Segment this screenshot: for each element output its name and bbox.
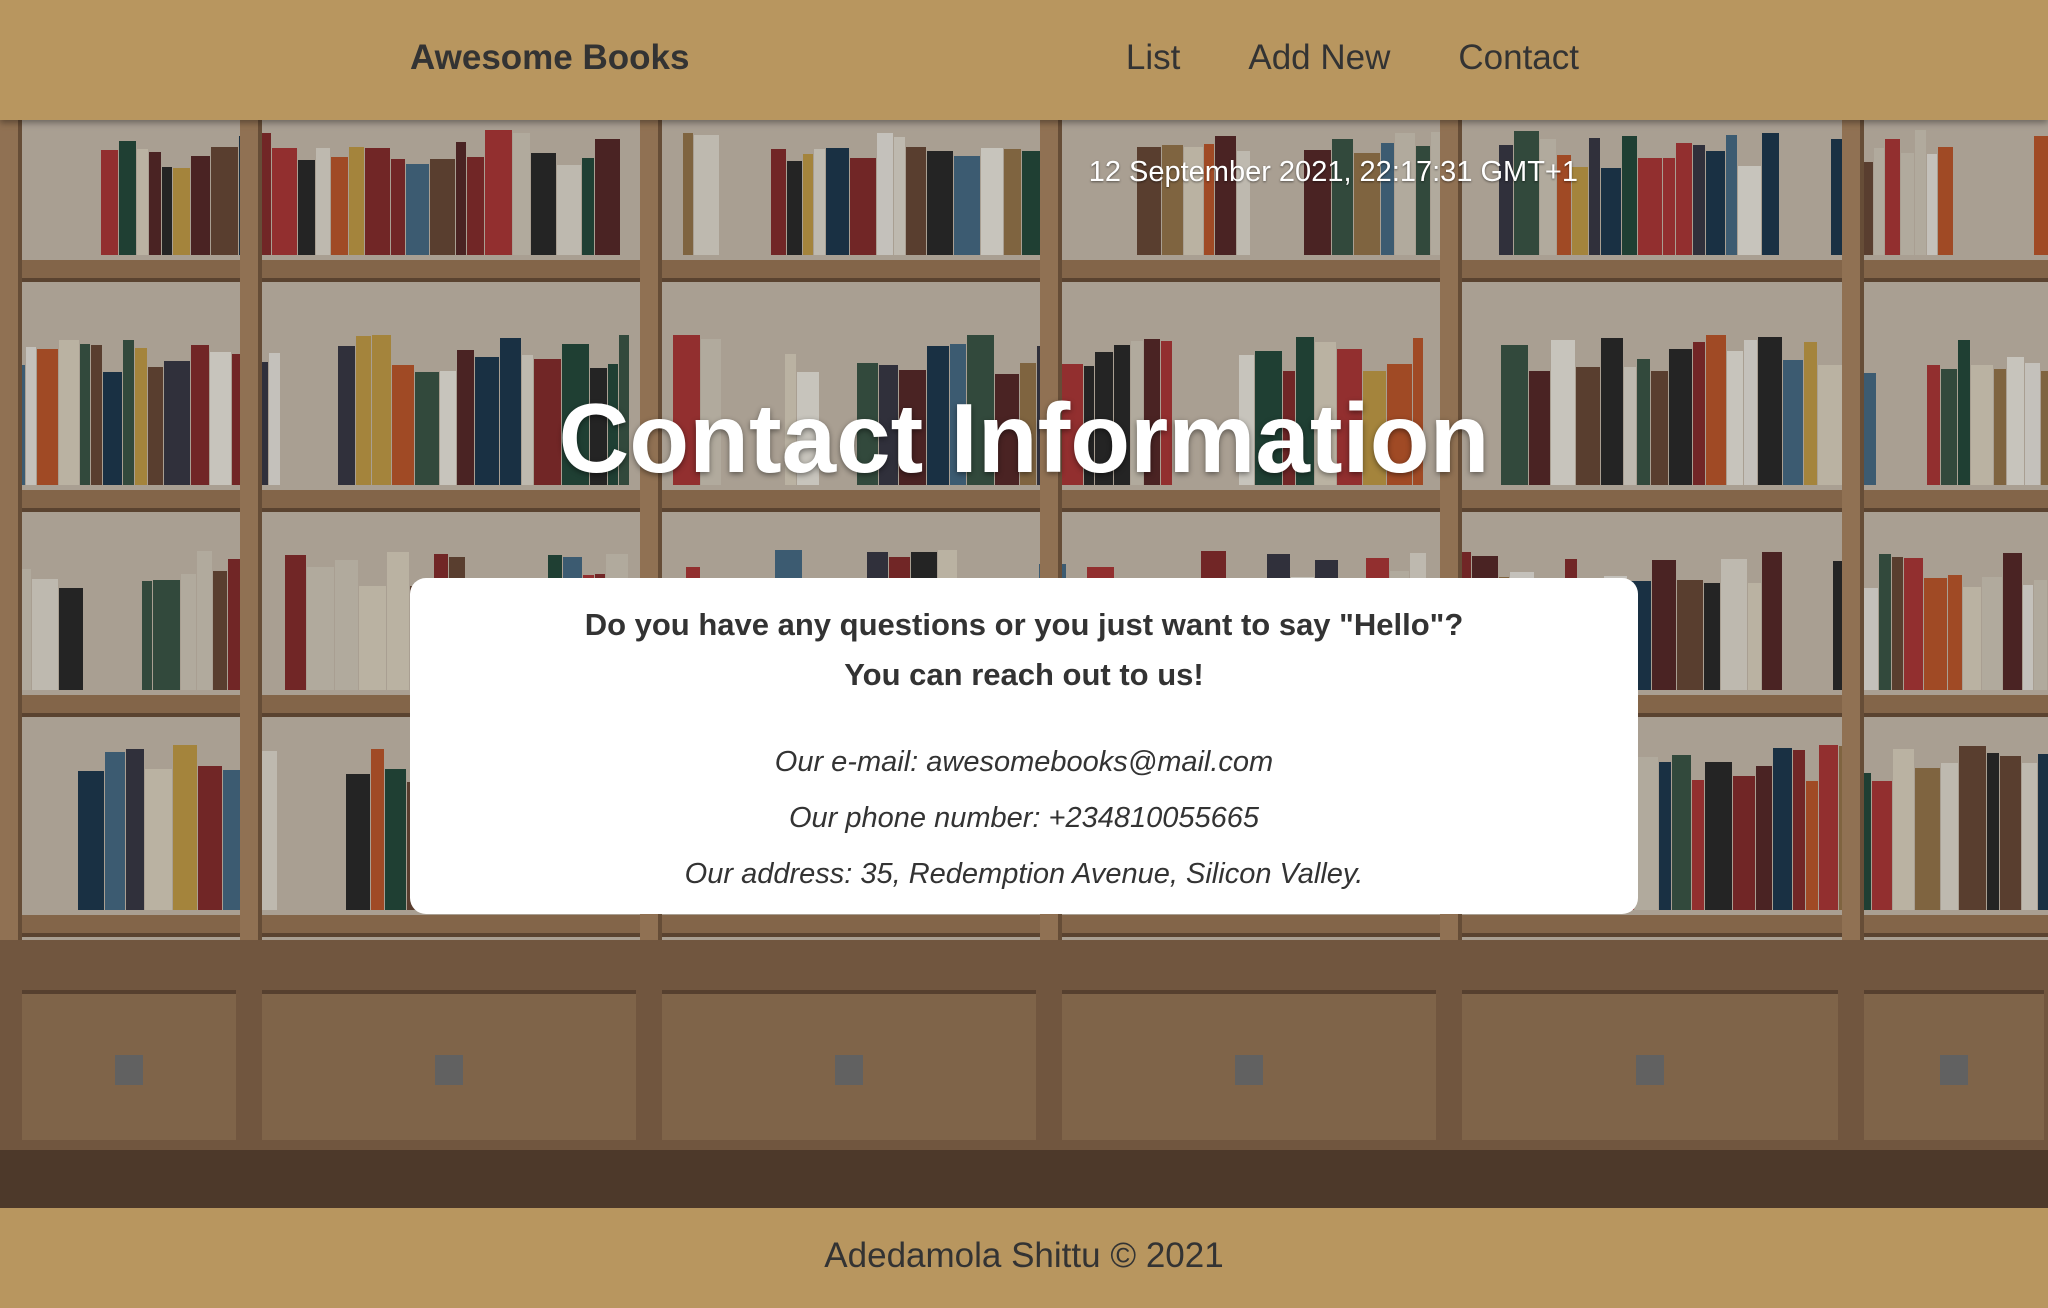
contact-reach-out: You can reach out to us! bbox=[844, 657, 1204, 692]
main-nav: List Add New Contact bbox=[1126, 38, 1579, 78]
footer-copyright: Adedamola Shittu © 2021 bbox=[824, 1236, 1224, 1275]
current-datetime: 12 September 2021, 22:17:31 GMT+1 bbox=[1088, 156, 1578, 188]
hero-section: 12 September 2021, 22:17:31 GMT+1 Contac… bbox=[0, 120, 2048, 1208]
contact-card: Do you have any questions or you just wa… bbox=[410, 578, 1638, 914]
contact-question: Do you have any questions or you just wa… bbox=[584, 607, 1464, 642]
contact-address: Our address: 35, Redemption Avenue, Sili… bbox=[684, 858, 1364, 890]
contact-details: Our e-mail: awesomebooks@mail.com Our ph… bbox=[410, 734, 1638, 902]
contact-phone: Our phone number: +234810055665 bbox=[788, 802, 1260, 834]
nav-add-new-link[interactable]: Add New bbox=[1248, 38, 1390, 78]
page: Awesome Books List Add New Contact 12 Se… bbox=[0, 0, 2048, 1308]
footer-bar: Adedamola Shittu © 2021 bbox=[0, 1208, 2048, 1308]
nav-contact-link[interactable]: Contact bbox=[1458, 38, 1579, 78]
page-title: Contact Information bbox=[558, 383, 1490, 493]
nav-list-link[interactable]: List bbox=[1126, 38, 1180, 78]
contact-email: Our e-mail: awesomebooks@mail.com bbox=[774, 746, 1274, 778]
header-bar: Awesome Books List Add New Contact bbox=[0, 0, 2048, 120]
brand-logo[interactable]: Awesome Books bbox=[410, 38, 689, 78]
